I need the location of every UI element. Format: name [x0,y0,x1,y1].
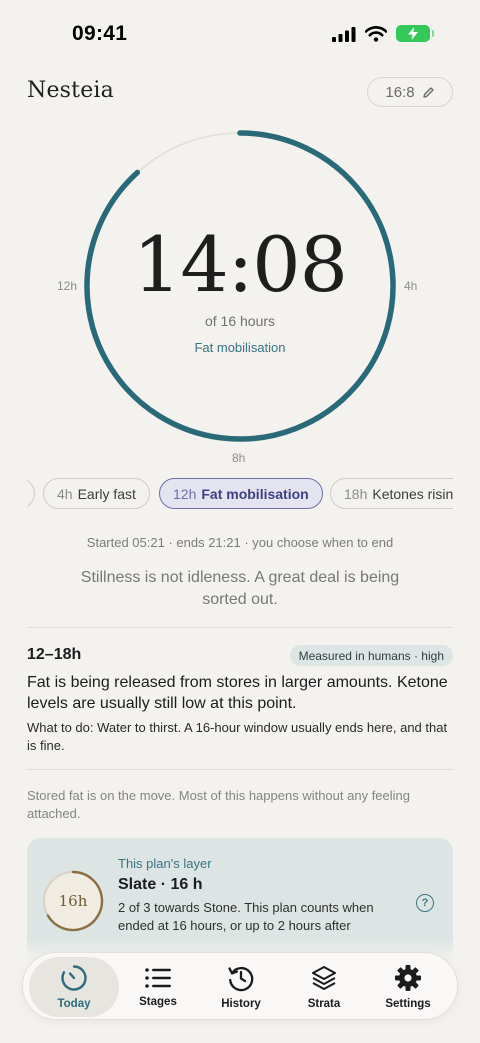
stage-chip-hours: 12h [173,485,197,502]
stage-footnote: Stored fat is on the move. Most of this … [27,788,410,821]
stage-chip-fat-mobilisation[interactable]: 12h Fat mobilisation [159,478,323,509]
tab-settings[interactable]: Settings [363,957,453,1017]
stage-chip-name: Early fast [77,485,136,502]
tab-stages[interactable]: Stages [113,957,203,1017]
tab-today[interactable]: Today [29,957,119,1017]
status-bar: 09:41 [0,0,480,64]
layer-eyebrow: This plan's layer [118,856,212,871]
layers-icon [311,965,337,991]
stage-chip-previous[interactable] [27,478,35,509]
pencil-icon [422,86,434,98]
list-icon [145,968,171,988]
status-time: 09:41 [72,22,128,45]
stage-advice: What to do: Water to thirst. A 16-hour w… [27,720,448,753]
layer-description: 2 of 3 towards Stone. This plan counts w… [118,900,374,933]
ring-label-bottom: 8h [232,451,246,465]
tab-label: Stages [139,996,177,1008]
battery-icon [396,25,434,42]
signal-icon [332,26,356,42]
layer-badge-label: 16h [58,892,88,910]
evidence-badge: Measured in humans · high [289,645,453,666]
current-stage-label[interactable]: Fat mobilisation [0,340,480,355]
gear-icon [395,965,421,991]
tab-label: Strata [307,998,341,1010]
tab-strata[interactable]: Strata [279,957,369,1017]
layer-title: Slate · 16 h [118,876,203,893]
stage-chip-name: Fat mobilisation [201,485,309,502]
stage-chip-ketones-rising[interactable]: 18h Ketones rising [330,478,453,509]
layer-badge: 16h [43,870,104,932]
stage-chip-hours: 4h [57,485,73,502]
help-icon[interactable]: ? [416,894,434,912]
stage-chip-hours: 18h [344,485,368,502]
plan-label: 16:8 [385,83,415,101]
fasting-timer: 12h 4h 8h 14:08 of 16 hours Fat mobilisa… [0,120,480,470]
stage-chip-early-fast[interactable]: 4h Early fast [43,478,150,509]
tab-label: History [221,998,261,1010]
stage-description: Fat is being released from stores in lar… [27,674,448,712]
app-title: Nesteia [27,78,114,103]
stage-range: 12–18h [27,646,82,663]
tab-bar: Today Stages History Strata Settings [22,952,458,1020]
session-times: Started 05:21 · ends 21:21 · you choose … [86,535,394,550]
divider [27,769,453,770]
divider [27,627,453,628]
wifi-icon [365,25,387,42]
stage-chips[interactable]: 4h Early fast 12h Fat mobilisation 18h K… [27,478,453,510]
target-duration: of 16 hours [204,313,276,329]
tab-label: Settings [385,998,431,1010]
status-icons [332,25,434,42]
elapsed-time: 14:08 [132,220,348,309]
stage-quote: Stillness is not idleness. A great deal … [80,569,400,608]
stage-chip-name: Ketones rising [372,485,453,502]
history-icon [228,966,254,992]
tab-label: Today [57,998,91,1010]
clock-icon [61,965,87,991]
tab-history[interactable]: History [196,957,286,1017]
plan-edit-button[interactable]: 16:8 [367,77,453,107]
